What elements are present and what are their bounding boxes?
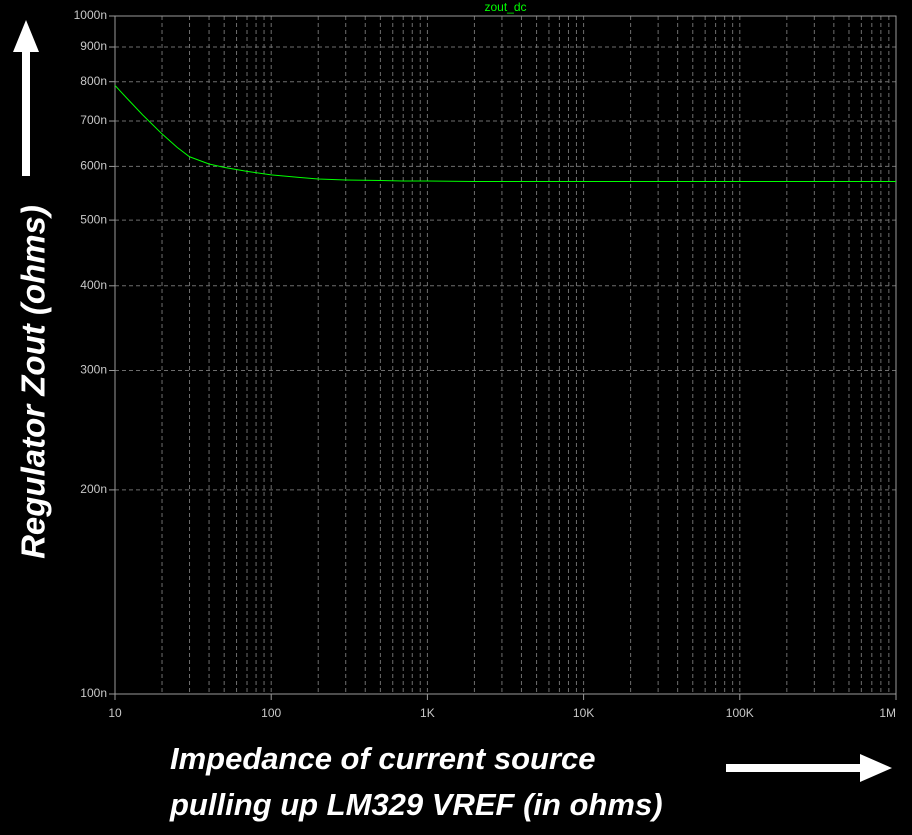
y-tick-label: 200n (80, 482, 107, 496)
plot-frame (114, 15, 897, 695)
y-tick-label: 1000n (74, 8, 107, 22)
x-axis-label-line-1: Impedance of current source (170, 741, 596, 776)
x-tick-label: 100K (726, 706, 754, 720)
grid (115, 16, 896, 694)
y-tick-label: 300n (80, 363, 107, 377)
y-direction-arrow-icon (13, 20, 39, 176)
y-tick-label: 800n (80, 74, 107, 88)
x-direction-arrow-icon (726, 754, 892, 782)
y-tick-label: 700n (80, 113, 107, 127)
chart-canvas: 100n 200n 300n 400n 500n 600n 700n 800n 900n 1000… (13, 0, 897, 782)
legend: zout_dc (484, 0, 526, 14)
x-tick-label: 10 (108, 706, 122, 720)
x-tick-label: 10K (573, 706, 594, 720)
x-tick-label: 100 (261, 706, 281, 720)
series (114, 85, 896, 183)
y-tick-label: 400n (80, 278, 107, 292)
series-line-zout_dc (114, 85, 896, 183)
axes: 100n 200n 300n 400n 500n 600n 700n 800n 900n 1000… (74, 8, 897, 720)
y-tick-label: 600n (80, 159, 107, 173)
x-tick-label: 1K (420, 706, 435, 720)
y-tick-label: 500n (80, 212, 107, 226)
y-tick-label: 100n (80, 686, 107, 700)
x-axis-label-line-2: pulling up LM329 VREF (in ohms) (170, 787, 663, 822)
y-axis-label: Regulator Zout (ohms) (15, 205, 52, 559)
legend-entry: zout_dc (484, 0, 526, 14)
x-tick-label: 1M (879, 706, 896, 720)
y-tick-label: 900n (80, 39, 107, 53)
